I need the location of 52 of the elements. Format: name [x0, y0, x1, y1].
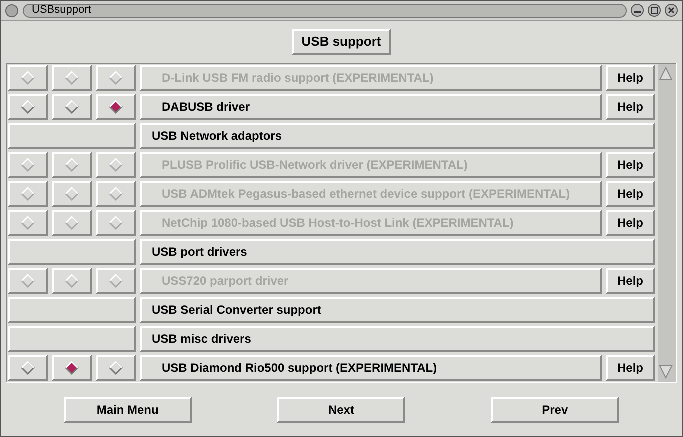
section-heading: USB port drivers: [140, 238, 655, 265]
diamond-icon: [109, 100, 123, 114]
option-label: USB Diamond Rio500 support (EXPERIMENTAL): [140, 354, 602, 381]
window-menu-icon[interactable]: [5, 4, 19, 18]
option-label: DABUSB driver: [140, 94, 602, 120]
diamond-icon: [65, 216, 79, 230]
nav-button[interactable]: Prev: [491, 396, 620, 422]
diamond-icon: [21, 187, 35, 202]
diamond-icon: [21, 360, 35, 375]
option-label: USB ADMtek Pegasus-based ethernet device support (EXPERIMENTAL): [140, 181, 602, 208]
diamond-icon: [109, 187, 123, 202]
diamond-icon: [65, 187, 79, 202]
diamond-icon: [21, 71, 35, 86]
minimize-icon[interactable]: [631, 4, 644, 17]
radio-button[interactable]: [96, 354, 136, 381]
diamond-icon: [65, 158, 79, 172]
scroll-down-icon[interactable]: [658, 364, 674, 380]
option-label: D-Link USB FM radio support (EXPERIMENTAL): [140, 65, 602, 92]
close-icon[interactable]: [665, 4, 678, 17]
option-label: PLUSB Prolific USB-Network driver (EXPERIMENTAL): [140, 152, 602, 178]
section-heading: USB Network adaptors: [140, 123, 655, 150]
diamond-icon: [109, 274, 123, 288]
maximize-icon[interactable]: [648, 4, 661, 17]
radio-button[interactable]: [52, 354, 92, 381]
scrollbar[interactable]: [658, 64, 676, 382]
diamond-icon: [109, 71, 123, 86]
diamond-icon: [21, 216, 35, 230]
help-button[interactable]: Help: [606, 94, 655, 120]
option-label: USS720 parport driver: [140, 268, 602, 294]
radio-button[interactable]: [96, 94, 136, 120]
diamond-icon: [65, 71, 79, 86]
diamond-icon: [65, 100, 79, 114]
diamond-icon: [65, 274, 79, 288]
diamond-icon: [21, 274, 35, 288]
radio-button[interactable]: [8, 94, 48, 120]
radio-button[interactable]: [8, 354, 48, 381]
diamond-icon: [65, 360, 79, 375]
nav-button[interactable]: Main Menu: [64, 396, 192, 422]
diamond-icon: [21, 158, 35, 172]
window-title: USBsupport: [32, 5, 92, 16]
scroll-up-icon[interactable]: [658, 66, 674, 82]
section-heading: USB Serial Converter support: [140, 296, 655, 323]
help-button[interactable]: Help: [606, 354, 655, 381]
radio-button[interactable]: [52, 94, 92, 120]
section-heading: USB misc drivers: [140, 326, 655, 352]
nav-button[interactable]: Next: [277, 396, 406, 422]
option-label: NetChip 1080-based USB Host-to-Host Link (EXPERIMENTAL): [140, 210, 602, 236]
diamond-icon: [21, 100, 35, 114]
diamond-icon: [109, 216, 123, 230]
diamond-icon: [109, 360, 123, 375]
diamond-icon: [109, 158, 123, 172]
header-button[interactable]: USB support: [292, 29, 392, 55]
